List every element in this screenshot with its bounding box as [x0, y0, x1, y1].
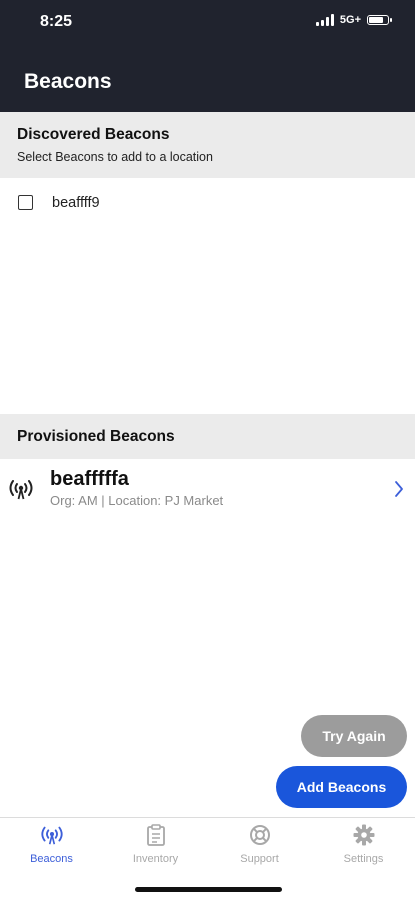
provisioned-title: Provisioned Beacons: [17, 428, 175, 445]
status-bar: 8:25 5G+: [0, 0, 415, 44]
provisioned-section-header: Provisioned Beacons: [0, 414, 415, 459]
status-indicators: 5G+: [315, 14, 392, 26]
home-indicator[interactable]: [135, 887, 282, 892]
network-label: 5G+: [339, 14, 361, 26]
provisioned-beacon-detail: Org: AM | Location: PJ Market: [50, 493, 224, 508]
discovered-section-header: Discovered Beacons Select Beacons to add…: [0, 112, 415, 178]
app-header: 8:25 5G+ Beacons: [0, 0, 415, 112]
try-again-button[interactable]: Try Again: [301, 715, 407, 757]
provisioned-beacon-name: beafffffa: [50, 468, 129, 490]
tab-beacons[interactable]: Beacons: [0, 818, 103, 876]
tab-settings-label: Settings: [343, 853, 384, 865]
discovered-beacon-item[interactable]: beaffff9: [0, 186, 415, 222]
discovered-beacon-label: beaffff9: [52, 195, 100, 211]
tab-settings[interactable]: Settings: [312, 818, 415, 876]
tab-beacons-label: Beacons: [30, 853, 73, 865]
clipboard-icon: [146, 824, 165, 846]
lifebuoy-icon: [249, 825, 270, 845]
provisioned-beacon-row[interactable]: beafffffa Org: AM | Location: PJ Market: [0, 462, 415, 518]
signal-icon: [315, 14, 334, 26]
status-time: 8:25: [40, 13, 73, 30]
tab-support[interactable]: Support: [208, 818, 311, 876]
gear-icon: [353, 824, 374, 846]
tab-support-label: Support: [240, 853, 279, 865]
tab-inventory-label: Inventory: [132, 853, 179, 865]
chevron-right-icon: [395, 481, 403, 497]
discovered-subtitle: Select Beacons to add to a location: [17, 150, 213, 164]
tab-inventory[interactable]: Inventory: [104, 818, 207, 876]
beacon-broadcast-icon: [40, 826, 63, 845]
battery-icon: [367, 15, 392, 25]
discovered-title: Discovered Beacons: [17, 126, 170, 143]
beacon-broadcast-icon: [9, 480, 33, 500]
page-title: Beacons: [24, 70, 112, 93]
add-beacons-button[interactable]: Add Beacons: [276, 766, 407, 808]
beacon-checkbox[interactable]: [18, 195, 33, 210]
